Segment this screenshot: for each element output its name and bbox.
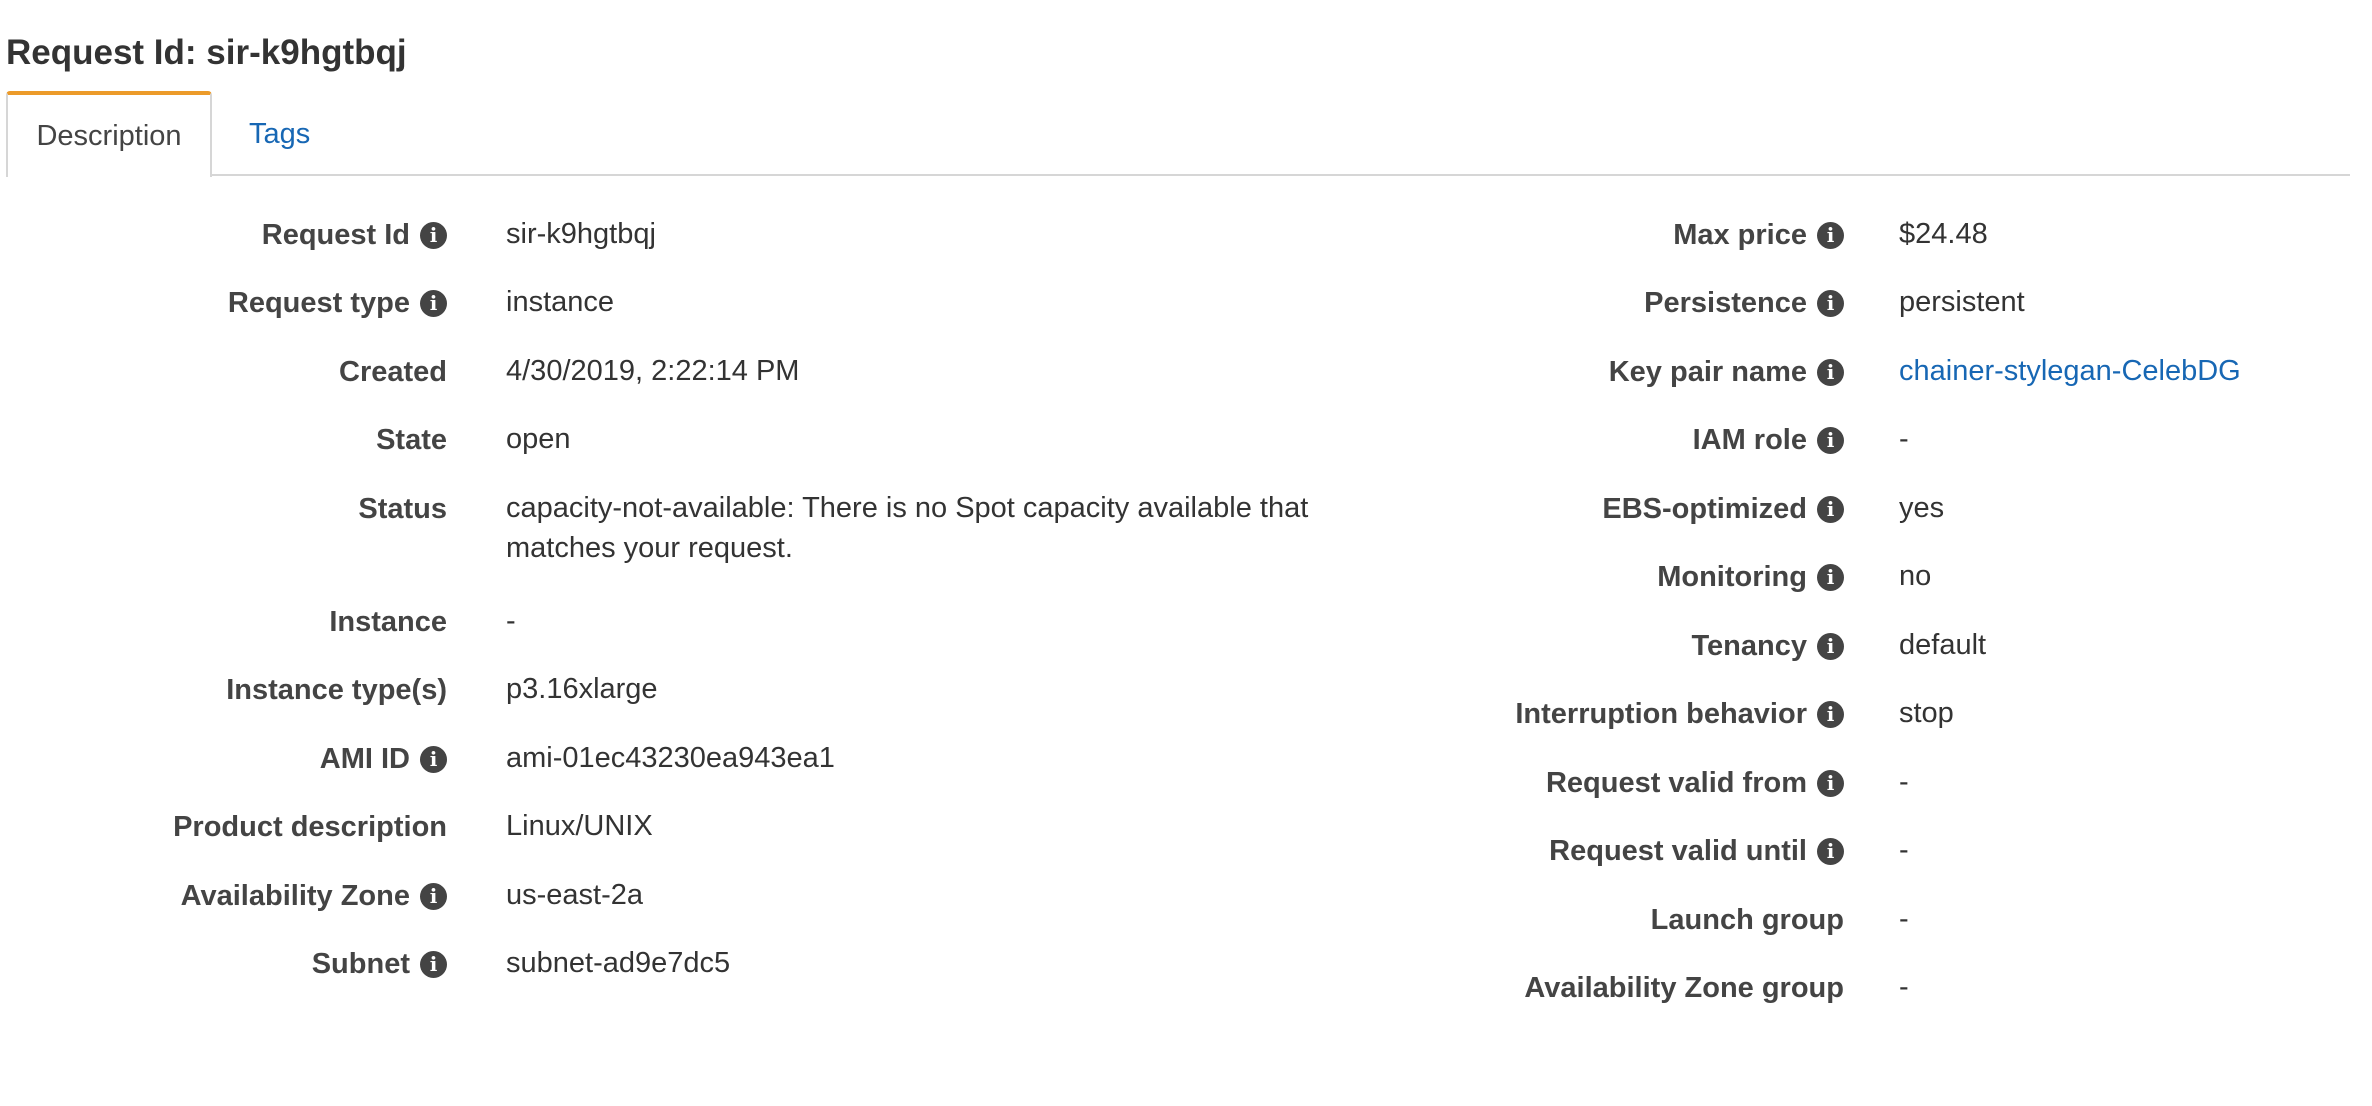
field-value: - — [1899, 834, 1909, 866]
field-label-text: EBS-optimized — [1602, 493, 1807, 526]
field-label: Request valid from i — [0, 760, 1844, 805]
info-icon[interactable]: i — [1817, 426, 1844, 454]
info-icon[interactable]: i — [1817, 358, 1844, 386]
tab-bar: Description Tags — [6, 91, 2350, 177]
field-label: Tenancy i — [0, 623, 1844, 668]
field-label: Persistence i — [0, 280, 1844, 325]
key-pair-link[interactable]: chainer-stylegan-CelebDG — [1899, 349, 2241, 391]
field-label-text: Key pair name — [1608, 356, 1807, 389]
info-icon[interactable]: i — [1817, 495, 1844, 523]
field-label: Request valid until i — [0, 828, 1844, 873]
field-value: - — [1899, 423, 1909, 455]
field-label-text: Interruption behavior — [1515, 698, 1807, 731]
page-title: Request Id: sir-k9hgtbqj — [6, 33, 407, 72]
info-icon[interactable]: i — [1817, 221, 1844, 249]
tab-description[interactable]: Description — [6, 91, 212, 177]
field-label: Key pair name i — [0, 349, 1844, 394]
info-icon[interactable]: i — [1817, 700, 1844, 728]
info-icon[interactable]: i — [1817, 632, 1844, 660]
field-label: Interruption behavior i — [0, 691, 1844, 736]
info-icon[interactable]: i — [1817, 289, 1844, 317]
field-value: no — [1899, 560, 1932, 592]
field-value: - — [1899, 903, 1909, 935]
field-label-text: Monitoring — [1657, 561, 1807, 594]
field-value: persistent — [1899, 286, 2025, 318]
field-label-text: Tenancy — [1691, 630, 1807, 663]
field-value: $24.48 — [1899, 218, 1988, 250]
field-value: - — [1899, 766, 1909, 798]
field-label-text: Persistence — [1644, 287, 1807, 320]
field-label: Monitoring i — [0, 554, 1844, 599]
field-value: - — [1899, 971, 1909, 1003]
field-label: IAM role i — [0, 417, 1844, 462]
field-label: Max price i — [0, 212, 1844, 257]
field-label-text: Availability Zone group — [1524, 972, 1844, 1005]
field-label: Launch group — [0, 897, 1844, 942]
field-label: Availability Zone group — [0, 965, 1844, 1010]
field-value: yes — [1899, 492, 1945, 524]
info-icon[interactable]: i — [1817, 769, 1844, 797]
field-label: EBS-optimized i — [0, 486, 1844, 531]
field-label-text: Max price — [1673, 219, 1807, 252]
field-value: stop — [1899, 697, 1954, 729]
field-label-text: Launch group — [1650, 904, 1844, 937]
field-label-text: Request valid until — [1549, 835, 1807, 868]
field-value: default — [1899, 629, 1987, 661]
info-icon[interactable]: i — [1817, 563, 1844, 591]
field-label-text: Request valid from — [1545, 767, 1807, 800]
field-label-text: IAM role — [1692, 424, 1807, 457]
tab-tags[interactable]: Tags — [249, 91, 310, 177]
info-icon[interactable]: i — [1817, 837, 1844, 865]
